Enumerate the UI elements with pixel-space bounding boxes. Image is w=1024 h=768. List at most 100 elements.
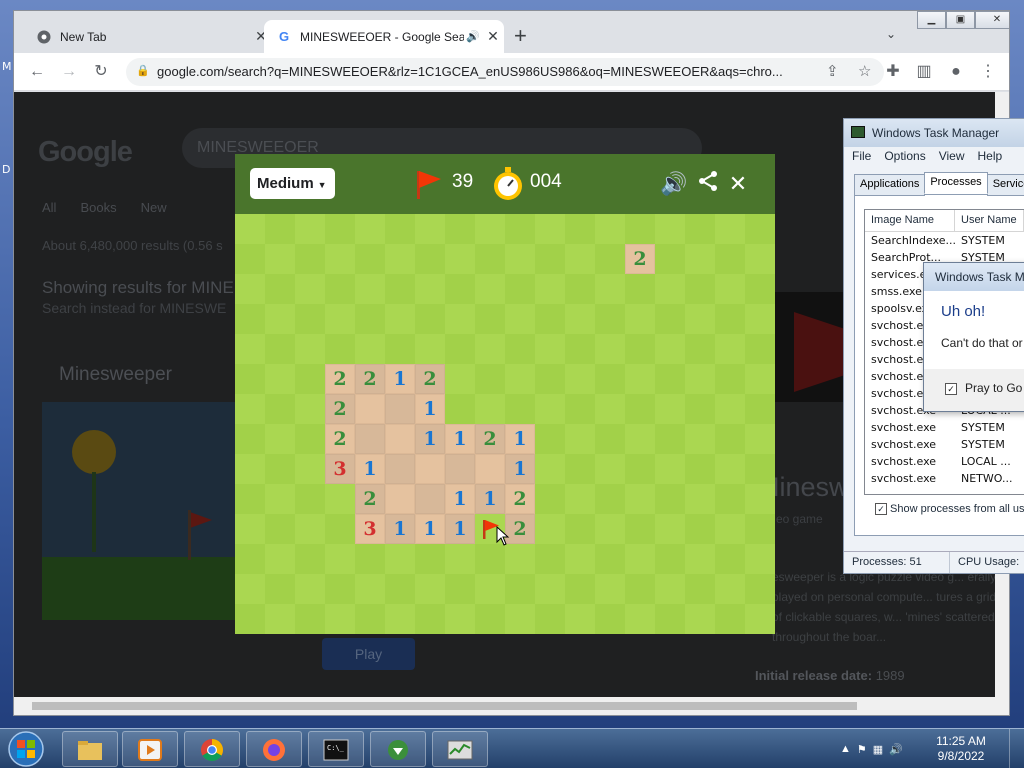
revealed-cell[interactable]: 1 [445,514,475,544]
play-button[interactable]: Play [322,638,415,670]
hidden-cell[interactable] [655,514,685,544]
revealed-cell[interactable]: 1 [385,514,415,544]
hidden-cell[interactable] [715,454,745,484]
hidden-cell[interactable] [325,214,355,244]
hidden-cell[interactable] [715,214,745,244]
hidden-cell[interactable] [655,604,685,634]
hidden-cell[interactable] [565,544,595,574]
hidden-cell[interactable] [655,484,685,514]
speaker-icon[interactable]: 🔊 [464,30,482,43]
hidden-cell[interactable] [235,514,265,544]
hidden-cell[interactable] [505,574,535,604]
hidden-cell[interactable] [235,544,265,574]
hidden-cell[interactable] [505,274,535,304]
hidden-cell[interactable] [295,454,325,484]
hidden-cell[interactable] [655,274,685,304]
hidden-cell[interactable] [355,274,385,304]
taskbar-file-explorer[interactable] [62,731,118,767]
hidden-cell[interactable] [655,424,685,454]
hidden-cell[interactable] [505,394,535,424]
hidden-cell[interactable] [385,334,415,364]
tab-search-icon[interactable]: ⌄ [886,27,896,41]
hidden-cell[interactable] [325,484,355,514]
hidden-cell[interactable] [745,454,775,484]
hidden-cell[interactable] [475,304,505,334]
hidden-cell[interactable] [715,424,745,454]
hidden-cell[interactable] [265,394,295,424]
hidden-cell[interactable] [415,214,445,244]
side-panel-icon[interactable]: ▥ [913,61,935,83]
hidden-cell[interactable] [625,514,655,544]
hidden-cell[interactable] [595,274,625,304]
revealed-cell[interactable]: 2 [625,244,655,274]
hidden-cell[interactable] [535,274,565,304]
hidden-cell[interactable] [625,364,655,394]
hidden-cell[interactable] [715,334,745,364]
hidden-cell[interactable] [355,214,385,244]
hidden-cell[interactable] [415,304,445,334]
hidden-cell[interactable] [295,484,325,514]
table-row[interactable]: svchost.exe SYSTEM [865,436,1024,453]
hidden-cell[interactable] [685,214,715,244]
revealed-cell[interactable] [385,484,415,514]
hidden-cell[interactable] [595,214,625,244]
revealed-cell[interactable]: 1 [445,424,475,454]
taskbar-media-player[interactable] [122,731,178,767]
hidden-cell[interactable] [355,604,385,634]
hidden-cell[interactable] [265,334,295,364]
profile-avatar-icon[interactable]: ● [945,61,967,83]
hidden-cell[interactable] [655,574,685,604]
hidden-cell[interactable] [745,514,775,544]
hidden-cell[interactable] [625,424,655,454]
hidden-cell[interactable] [565,514,595,544]
menu-help[interactable]: Help [978,149,1003,163]
hidden-cell[interactable] [595,454,625,484]
hidden-cell[interactable] [265,604,295,634]
hidden-cell[interactable] [445,394,475,424]
hidden-cell[interactable] [535,454,565,484]
taskbar-task-manager[interactable] [432,731,488,767]
hidden-cell[interactable] [595,544,625,574]
revealed-cell[interactable] [385,454,415,484]
hidden-cell[interactable] [715,604,745,634]
share-icon[interactable] [694,170,722,198]
revealed-cell[interactable]: 1 [445,484,475,514]
hidden-cell[interactable] [685,514,715,544]
menu-kebab-icon[interactable]: ⋮ [977,61,999,83]
hidden-cell[interactable] [265,454,295,484]
volume-icon[interactable]: 🔊 [889,743,903,756]
hidden-cell[interactable] [655,304,685,334]
hidden-cell[interactable] [595,244,625,274]
tab-all[interactable]: All [42,200,56,215]
taskbar-clock[interactable]: 11:25 AM 9/8/2022 [930,734,992,764]
close-icon[interactable]: ✕ [724,170,752,198]
hidden-cell[interactable] [685,454,715,484]
hidden-cell[interactable] [565,304,595,334]
hidden-cell[interactable] [565,394,595,424]
hidden-cell[interactable] [535,334,565,364]
hidden-cell[interactable] [295,274,325,304]
hidden-cell[interactable] [685,544,715,574]
hidden-cell[interactable] [565,364,595,394]
hidden-cell[interactable] [565,334,595,364]
hidden-cell[interactable] [655,544,685,574]
hidden-cell[interactable] [325,274,355,304]
revealed-cell[interactable]: 2 [505,484,535,514]
hidden-cell[interactable] [325,544,355,574]
hidden-cell[interactable] [385,304,415,334]
hidden-cell[interactable] [475,394,505,424]
showing-results[interactable]: Showing results for MINE [42,278,234,298]
revealed-cell[interactable]: 2 [415,364,445,394]
revealed-cell[interactable] [355,394,385,424]
hidden-cell[interactable] [685,574,715,604]
hidden-cell[interactable] [625,394,655,424]
hidden-cell[interactable] [415,334,445,364]
revealed-cell[interactable]: 2 [325,394,355,424]
hidden-cell[interactable] [595,514,625,544]
hidden-cell[interactable] [745,214,775,244]
menu-options[interactable]: Options [884,149,925,163]
hidden-cell[interactable] [595,334,625,364]
tray-expand-icon[interactable]: ▲ [840,743,851,755]
hidden-cell[interactable] [685,484,715,514]
hidden-cell[interactable] [295,244,325,274]
